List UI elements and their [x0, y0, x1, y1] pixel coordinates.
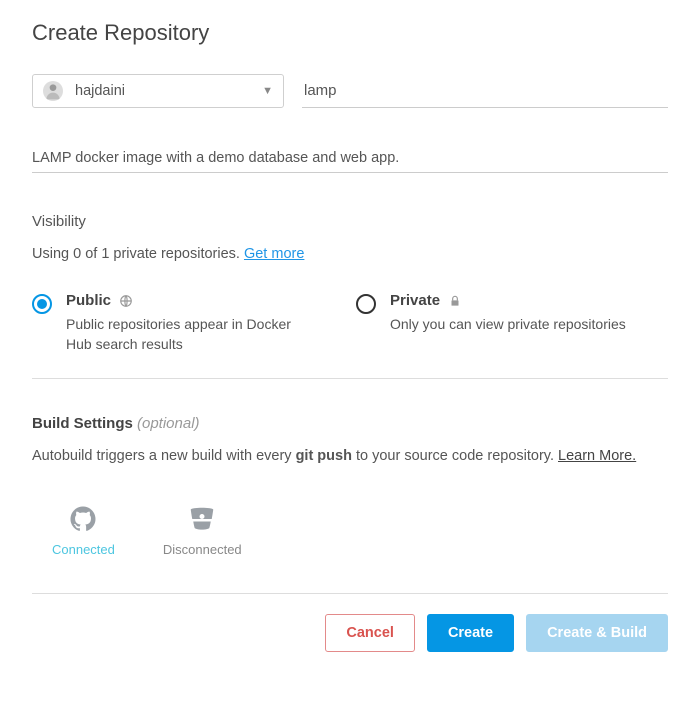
build-settings-desc: Autobuild triggers a new build with ever… — [32, 448, 668, 464]
public-desc: Public repositories appear in Docker Hub… — [66, 315, 306, 354]
visibility-option-private[interactable]: Private Only you can view private reposi… — [356, 292, 668, 354]
private-desc: Only you can view private repositories — [390, 315, 626, 335]
provider-github[interactable]: Connected — [52, 504, 115, 557]
radio-public[interactable] — [32, 294, 52, 314]
radio-private[interactable] — [356, 294, 376, 314]
build-settings-label: Build Settings (optional) — [32, 415, 668, 432]
github-status: Connected — [52, 542, 115, 557]
bitbucket-status: Disconnected — [163, 542, 242, 557]
chevron-down-icon: ▼ — [262, 85, 273, 97]
create-and-build-button[interactable]: Create & Build — [526, 614, 668, 652]
divider-bottom — [32, 593, 668, 594]
github-icon — [68, 504, 98, 534]
namespace-value: hajdaini — [75, 83, 262, 99]
provider-bitbucket[interactable]: Disconnected — [163, 504, 242, 557]
learn-more-link[interactable]: Learn More. — [558, 448, 636, 464]
build-providers: Connected Disconnected — [52, 504, 668, 557]
visibility-option-public[interactable]: Public Public repositories appear in Doc… — [32, 292, 344, 354]
namespace-select[interactable]: hajdaini ▼ — [32, 74, 284, 108]
repo-name-input[interactable] — [302, 74, 668, 108]
get-more-link[interactable]: Get more — [244, 246, 304, 262]
create-button[interactable]: Create — [427, 614, 514, 652]
avatar — [43, 81, 63, 101]
public-title: Public — [66, 292, 111, 309]
visibility-label: Visibility — [32, 213, 668, 230]
lock-icon — [448, 294, 462, 308]
optional-hint: (optional) — [137, 415, 200, 432]
bitbucket-icon — [187, 504, 217, 534]
page-title: Create Repository — [32, 20, 668, 46]
globe-icon — [119, 294, 133, 308]
private-title: Private — [390, 292, 440, 309]
action-buttons: Cancel Create Create & Build — [32, 614, 668, 652]
visibility-usage: Using 0 of 1 private repositories. Get m… — [32, 246, 668, 262]
visibility-options: Public Public repositories appear in Doc… — [32, 292, 668, 354]
divider — [32, 378, 668, 379]
cancel-button[interactable]: Cancel — [325, 614, 415, 652]
namespace-row: hajdaini ▼ — [32, 74, 668, 108]
usage-text: Using 0 of 1 private repositories. — [32, 246, 244, 262]
repo-description-input[interactable] — [32, 144, 668, 173]
